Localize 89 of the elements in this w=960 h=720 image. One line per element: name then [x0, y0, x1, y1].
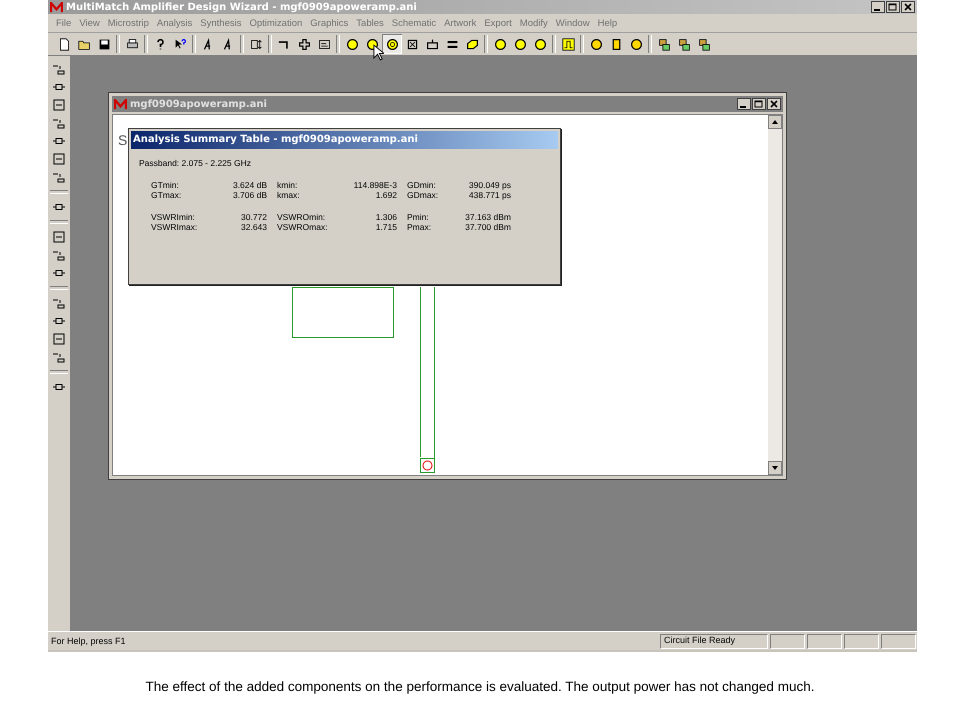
value-text: 3.706 dB	[232, 190, 267, 200]
label-text: VSWROmin:	[276, 212, 326, 222]
scroll-bar[interactable]	[768, 115, 782, 475]
value-text: 1.692	[374, 190, 397, 200]
menu-item[interactable]: Tables	[352, 18, 388, 28]
minimize-icon[interactable]	[737, 98, 751, 110]
document-icon[interactable]	[58, 38, 70, 50]
logo-icon	[114, 98, 127, 110]
circle-icon[interactable]	[590, 38, 602, 50]
menu-item[interactable]: Analysis	[152, 18, 196, 28]
split-icon[interactable]	[250, 38, 262, 50]
value-text: 390.049 ps	[468, 180, 511, 190]
value-text: 32.643	[240, 222, 267, 232]
status-panel	[770, 634, 805, 648]
menu-item[interactable]: Window	[552, 18, 594, 28]
status-text: For Help, press F1	[50, 636, 126, 646]
close-icon[interactable]	[901, 1, 915, 13]
status-text: Circuit File Ready	[660, 634, 768, 648]
status-panel	[881, 634, 916, 648]
circle-icon[interactable]	[494, 38, 506, 50]
label-text: GDmin:	[406, 180, 437, 190]
port-icon[interactable]	[426, 38, 438, 50]
label-text: kmin:	[276, 180, 298, 190]
label-text: VSWRImin:	[150, 212, 196, 222]
schematic-text: S	[118, 132, 128, 148]
cross-icon[interactable]	[298, 38, 310, 50]
menu-item[interactable]: Export	[480, 18, 516, 28]
textbox-icon[interactable]	[318, 38, 330, 50]
blob-icon[interactable]	[466, 38, 478, 50]
menu-item[interactable]: Microstrip	[104, 18, 153, 28]
circuit-element-icon[interactable]	[52, 332, 66, 346]
network-icon[interactable]	[658, 38, 670, 50]
label-text: GTmin:	[150, 180, 180, 190]
circle-icon[interactable]	[514, 38, 526, 50]
value-text: 1.306	[374, 212, 397, 222]
circle-icon[interactable]	[346, 38, 358, 50]
label-text: Pmin:	[406, 212, 430, 222]
ring-icon[interactable]	[386, 38, 398, 50]
value-text: 438.771 ps	[468, 190, 511, 200]
menu-item[interactable]: Schematic	[388, 18, 440, 28]
menu-item[interactable]: View	[75, 18, 104, 28]
scroll-up-icon[interactable]	[768, 115, 782, 129]
status-panel	[844, 634, 879, 648]
network-icon[interactable]	[678, 38, 690, 50]
pointer-question-icon[interactable]	[174, 38, 186, 50]
value-text: 37.163 dBm	[464, 212, 511, 222]
label-text: GDmax:	[406, 190, 440, 200]
menu-item[interactable]: Artwork	[440, 18, 480, 28]
value-text: 1.715	[374, 222, 397, 232]
document-title: mgf0909apoweramp.ani	[130, 98, 267, 110]
dialog-title: Analysis Summary Table - mgf0909apoweramp.ani	[131, 131, 558, 149]
logo-icon	[50, 2, 63, 12]
circuit-element-icon[interactable]	[52, 152, 66, 166]
label-text: GTmax:	[150, 190, 182, 200]
value-text: 3.624 dB	[232, 180, 267, 190]
save-icon[interactable]	[98, 38, 110, 50]
window-title: MultiMatch Amplifier Design Wizard - mgf0909apoweramp.ani	[66, 2, 417, 12]
circle-icon[interactable]	[630, 38, 642, 50]
label-text: VSWRImax:	[150, 222, 198, 232]
restore-icon[interactable]	[886, 1, 900, 13]
scroll-down-icon[interactable]	[768, 461, 782, 475]
menu-item[interactable]: Optimization	[245, 18, 306, 28]
menu-item[interactable]: Help	[594, 18, 622, 28]
close-icon[interactable]	[767, 98, 781, 110]
label-text: kmax:	[276, 190, 301, 200]
circle-icon[interactable]	[366, 38, 378, 50]
label-text: Pmax:	[406, 222, 432, 232]
maximize-icon[interactable]	[752, 98, 766, 110]
printer-icon[interactable]	[126, 38, 138, 50]
pulse-icon[interactable]	[562, 38, 574, 50]
caption-text: The effect of the added components on the performance is evaluated. The output power has not changed much.	[144, 679, 816, 694]
square-icon[interactable]	[406, 38, 418, 50]
value-text: 114.898E-3	[352, 180, 397, 190]
status-panel	[807, 634, 842, 648]
menu-item[interactable]: Synthesis	[196, 18, 246, 28]
rectangle-icon[interactable]	[610, 38, 622, 50]
menu-item[interactable]: Graphics	[306, 18, 352, 28]
menu-item[interactable]: File	[52, 18, 76, 28]
mouse-pointer-icon	[373, 44, 384, 61]
minimize-icon[interactable]	[871, 1, 885, 13]
network-icon[interactable]	[698, 38, 710, 50]
circle-icon[interactable]	[534, 38, 546, 50]
label-text: VSWROmax:	[276, 222, 329, 232]
menu-item[interactable]: Modify	[516, 18, 552, 28]
circuit-element-icon[interactable]	[52, 98, 66, 112]
circuit-element-icon[interactable]	[52, 230, 66, 244]
value-text: 37.700 dBm	[464, 222, 511, 232]
passband-text: Passband: 2.075 - 2.225 GHz	[139, 158, 252, 168]
value-text: 30.772	[240, 212, 267, 222]
